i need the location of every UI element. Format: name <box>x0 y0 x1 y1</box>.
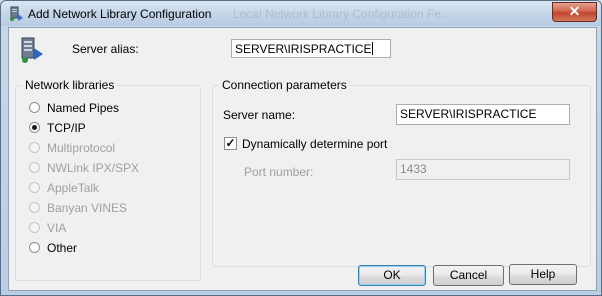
server-alias-input[interactable]: SERVER\IRISPRACTICE <box>231 39 391 58</box>
close-button[interactable]: ✕ <box>552 2 597 22</box>
text-caret <box>372 42 374 55</box>
dynamic-port-label[interactable]: Dynamically determine port <box>242 137 387 151</box>
server-name-input[interactable]: SERVER\IRISPRACTICE <box>396 104 570 125</box>
radio-label-other: Other <box>47 241 78 255</box>
window-title: Add Network Library Configuration <box>28 7 212 21</box>
port-number-label: Port number: <box>244 165 314 179</box>
dialog-window: Add Network Library Configuration Local … <box>0 0 602 296</box>
connection-parameters-legend: Connection parameters <box>219 78 350 92</box>
close-icon: ✕ <box>568 3 581 19</box>
window-title-ghost: Local Network Library Configuration Fe..… <box>233 7 452 21</box>
radio-circle <box>29 142 40 153</box>
radio-label-banyan-vines: Banyan VINES <box>47 201 128 215</box>
checkmark-icon: ✓ <box>225 136 236 150</box>
network-config-icon <box>10 6 23 21</box>
network-libraries-legend: Network libraries <box>22 78 118 92</box>
dynamic-port-checkbox[interactable]: ✓ <box>224 137 237 150</box>
port-number-input: 1433 <box>396 159 570 180</box>
radio-label-tcp-ip: TCP/IP <box>47 121 86 135</box>
radio-label-nwlink: NWLink IPX/SPX <box>47 161 140 175</box>
server-alias-label: Server alias: <box>72 42 139 56</box>
radio-circle <box>29 222 40 233</box>
server-alias-icon <box>21 37 43 63</box>
server-name-label: Server name: <box>223 108 296 122</box>
help-button[interactable]: Help <box>509 264 577 285</box>
radio-label-appletalk: AppleTalk <box>47 181 100 195</box>
radio-circle <box>29 182 40 193</box>
connection-parameters-group: Connection parameters Server name: SERVE… <box>212 78 591 267</box>
title-bar[interactable]: Add Network Library Configuration Local … <box>1 1 601 26</box>
radio-label-via: VIA <box>47 221 67 235</box>
radio-circle[interactable] <box>29 102 40 113</box>
radio-selected-dot <box>32 125 37 130</box>
network-libraries-group: Network libraries Named Pipes TCP/IP Mul… <box>15 78 201 281</box>
ok-button[interactable]: OK <box>358 265 426 286</box>
radio-circle[interactable] <box>29 122 40 133</box>
radio-circle <box>29 202 40 213</box>
dialog-body: Server alias: SERVER\IRISPRACTICE Networ… <box>8 27 597 291</box>
radio-circle <box>29 162 40 173</box>
radio-circle[interactable] <box>29 242 40 253</box>
radio-label-multiprotocol: Multiprotocol <box>47 141 116 155</box>
radio-label-named-pipes: Named Pipes <box>47 101 120 115</box>
cancel-button[interactable]: Cancel <box>433 265 504 286</box>
